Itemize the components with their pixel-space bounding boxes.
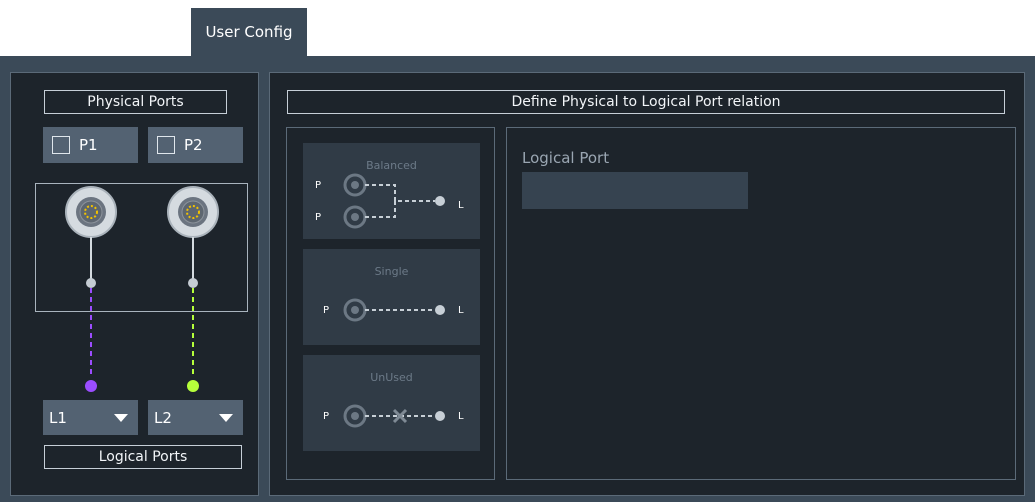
balanced-p1-label: P xyxy=(315,180,321,191)
logical-port-select-1[interactable]: L1 xyxy=(43,400,138,435)
unused-port-icon xyxy=(343,404,367,428)
logical-ports-footer: Logical Ports xyxy=(44,445,242,469)
mode-single-button[interactable]: Single P L xyxy=(303,249,480,345)
port-mapping-panel: Physical Ports P1 P2 L1 L2 Logical Ports xyxy=(10,72,259,496)
select-2-value: L2 xyxy=(154,408,172,427)
unused-p-label: P xyxy=(323,411,329,422)
relation-panel: Define Physical to Logical Port relation… xyxy=(269,72,1025,496)
relation-mode-list: Balanced P P L Single P L UnUsed P L xyxy=(286,127,495,480)
mode-unused-button[interactable]: UnUsed P L xyxy=(303,355,480,451)
single-diagram: P L xyxy=(323,298,464,322)
unused-diagram: P L xyxy=(323,404,464,428)
mode-balanced-button[interactable]: Balanced P P L xyxy=(303,143,480,239)
balanced-p2-label: P xyxy=(315,212,321,223)
tab-label: User Config xyxy=(205,23,293,41)
relation-header: Define Physical to Logical Port relation xyxy=(287,90,1005,114)
balanced-l-label: L xyxy=(458,200,464,211)
balanced-port-icon xyxy=(343,173,367,229)
p1-endpoint xyxy=(85,380,97,392)
unused-l-label: L xyxy=(458,411,464,422)
chevron-down-icon xyxy=(114,413,128,422)
logical-port-select-2[interactable]: L2 xyxy=(148,400,243,435)
logical-port-area: Logical Port xyxy=(506,127,1016,480)
single-l-label: L xyxy=(458,305,464,316)
chevron-down-icon xyxy=(219,413,233,422)
select-1-value: L1 xyxy=(49,408,67,427)
logical-port-label: Logical Port xyxy=(522,149,610,167)
tab-user-config[interactable]: User Config xyxy=(191,8,307,56)
single-port-icon xyxy=(343,298,367,322)
config-frame: Physical Ports P1 P2 L1 L2 Logical Ports… xyxy=(0,56,1035,502)
balanced-diagram: P P L xyxy=(315,173,464,229)
single-p-label: P xyxy=(323,305,329,316)
logical-port-field[interactable] xyxy=(522,172,748,209)
p2-endpoint xyxy=(187,380,199,392)
connector-p1-icon[interactable] xyxy=(65,186,117,288)
connector-p2-icon[interactable] xyxy=(167,186,219,288)
